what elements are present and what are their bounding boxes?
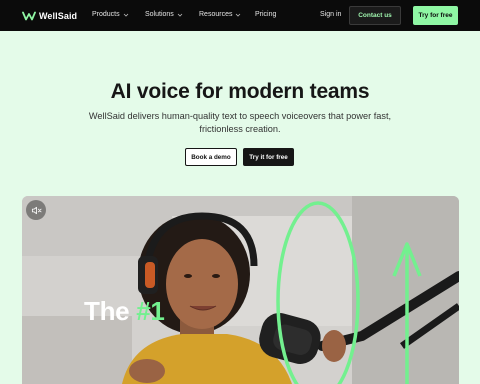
nav-item-label: Pricing <box>255 11 277 18</box>
chevron-down-icon <box>123 13 128 17</box>
nav-item-label: Products <box>92 11 120 18</box>
nav-item-label: Resources <box>199 11 233 18</box>
chevron-down-icon <box>177 13 183 17</box>
nav-item-resources[interactable]: Resources <box>199 11 241 18</box>
speaker-muted-icon <box>31 206 41 214</box>
brand-logo[interactable]: WellSaid <box>22 9 77 23</box>
nav-item-label: Solutions <box>145 11 174 18</box>
contact-us-button[interactable]: Contact us <box>349 6 401 25</box>
sign-in-link[interactable]: Sign in <box>320 11 341 18</box>
hero-title: AI voice for modern teams <box>110 80 370 103</box>
brand-name: WellSaid <box>39 11 78 21</box>
book-demo-button[interactable]: Book a demo <box>185 148 237 166</box>
hero-subtitle: WellSaid delivers human-quality text to … <box>88 111 392 134</box>
top-navbar: WellSaid Products Solutions Resources Pr… <box>0 0 480 31</box>
hero-video[interactable]: The #1 <box>22 196 459 384</box>
chevron-down-icon <box>236 13 241 17</box>
video-frame-illustration <box>22 196 459 384</box>
overlay-accent: #1 <box>136 296 165 326</box>
overlay-prefix: The <box>84 296 130 326</box>
mute-toggle-button[interactable] <box>26 200 46 220</box>
nav-item-pricing[interactable]: Pricing <box>255 11 276 18</box>
wellsaid-logo-icon <box>22 11 36 21</box>
nav-item-products[interactable]: Products <box>92 11 129 18</box>
nav-item-solutions[interactable]: Solutions <box>145 11 183 18</box>
try-for-free-button[interactable]: Try for free <box>413 6 458 25</box>
video-overlay-text: The #1 <box>84 296 165 327</box>
try-it-free-button[interactable]: Try it for free <box>243 148 294 166</box>
